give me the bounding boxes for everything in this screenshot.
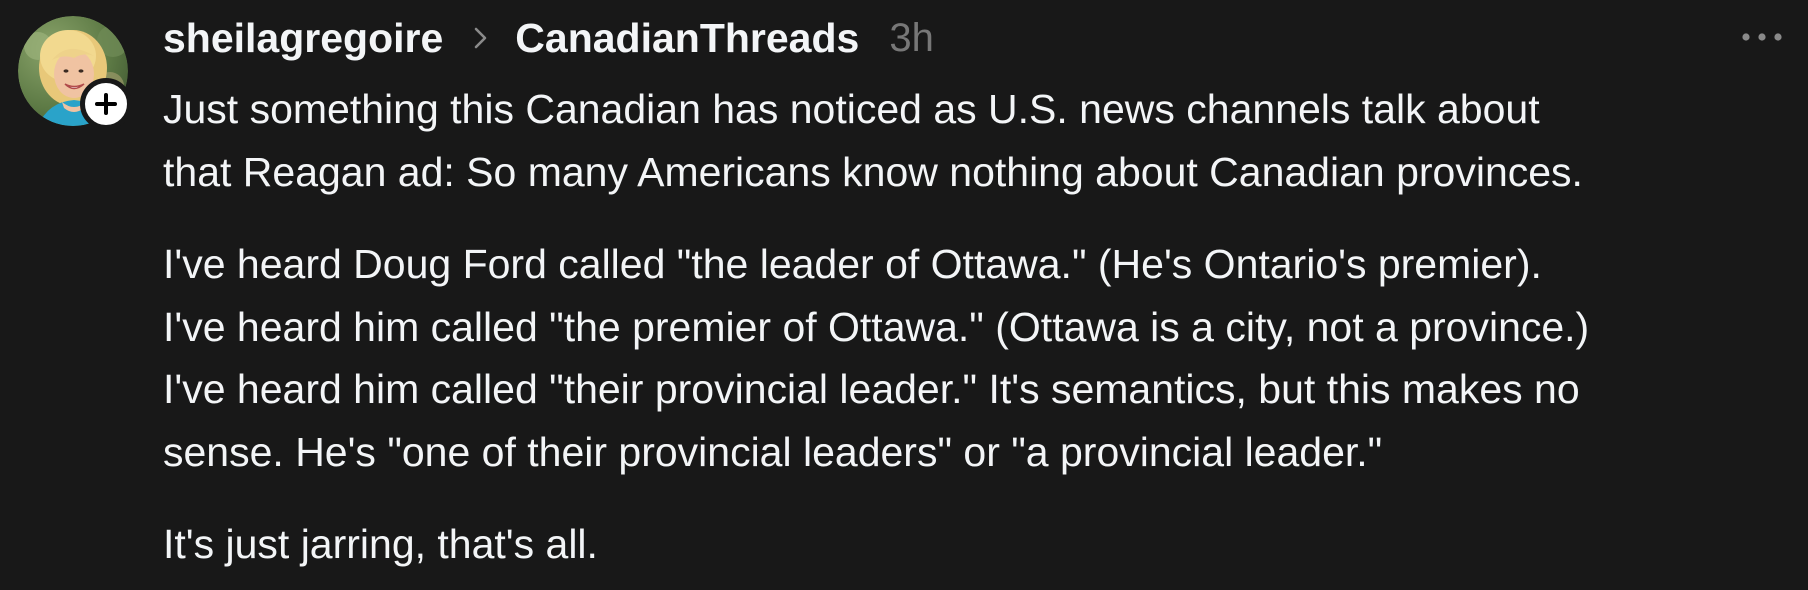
community-name[interactable]: CanadianThreads: [515, 15, 859, 62]
post-header: sheilagregoire CanadianThreads 3h: [163, 12, 934, 64]
avatar-container: [18, 16, 132, 130]
post-body: Just something this Canadian has noticed…: [163, 78, 1773, 576]
post-paragraph: Just something this Canadian has noticed…: [163, 86, 1583, 195]
author-username[interactable]: sheilagregoire: [163, 15, 443, 62]
follow-button[interactable]: [80, 78, 132, 130]
post-paragraph: I've heard Doug Ford called "the leader …: [163, 241, 1590, 475]
chevron-right-icon: [473, 25, 489, 51]
thread-post: sheilagregoire CanadianThreads 3h Just s…: [0, 0, 1808, 590]
more-horizontal-icon: [1742, 33, 1782, 41]
plus-icon: [95, 93, 117, 115]
post-timestamp: 3h: [889, 15, 934, 60]
more-options-button[interactable]: [1738, 20, 1786, 54]
post-paragraph: It's just jarring, that's all.: [163, 521, 598, 567]
